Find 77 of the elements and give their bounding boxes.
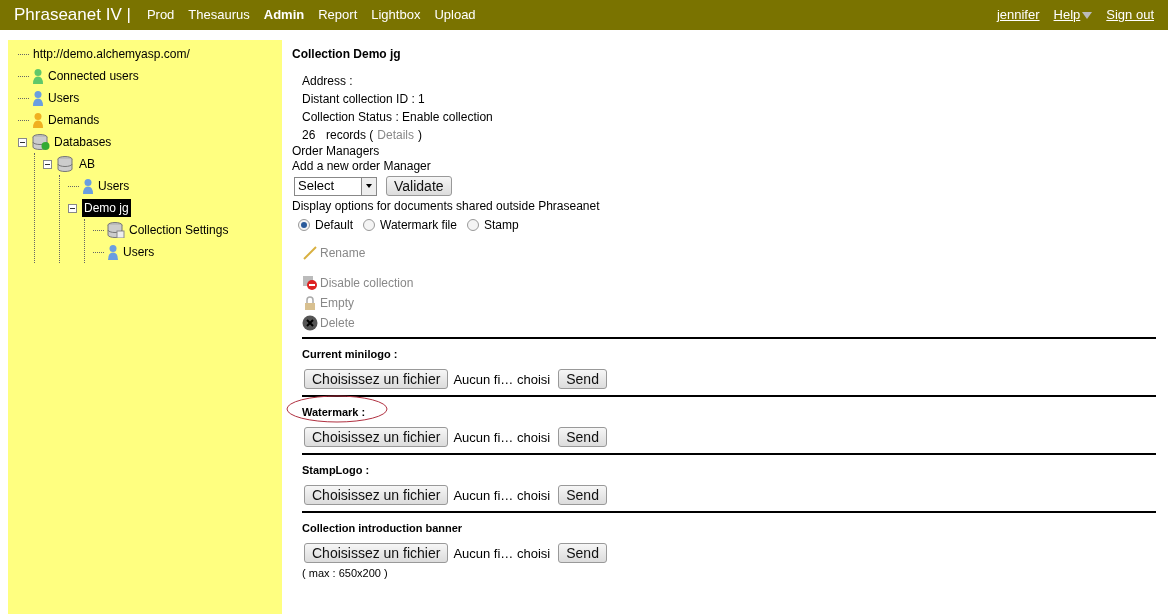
dropdown-icon <box>361 177 376 195</box>
info-line: Distant collection ID : 1 <box>302 91 426 108</box>
user-link[interactable]: jennifer <box>996 5 1040 25</box>
delete-icon <box>302 315 318 331</box>
action-link[interactable]: Disable collection <box>302 273 1156 293</box>
info-line: Address : <box>302 73 354 90</box>
section-title: Current minilogo : <box>302 348 398 360</box>
file-status: Aucun fi… choisi <box>453 428 551 447</box>
nav-link[interactable]: Upload <box>434 5 476 25</box>
file-status: Aucun fi… choisi <box>453 544 551 563</box>
collapse-icon[interactable] <box>18 137 27 147</box>
database-icon <box>32 134 50 150</box>
tree-item[interactable]: Users <box>97 177 131 195</box>
choose-file-button[interactable]: Choisissez un fichier <box>304 369 449 389</box>
radio-label: Watermark file <box>380 217 457 234</box>
record-count: 26 <box>302 127 317 144</box>
nav-link[interactable]: Report <box>318 5 358 25</box>
paren-text: ) <box>418 127 423 144</box>
section-title: StampLogo : <box>302 464 370 476</box>
database-icon <box>57 156 75 172</box>
size-note: ( max : 650x200 ) <box>302 566 389 581</box>
user-icon <box>32 112 44 128</box>
action-link[interactable]: Rename <box>302 243 1156 263</box>
nav-link[interactable]: Admin <box>263 5 305 25</box>
tree-item[interactable]: Users <box>47 89 81 107</box>
radio-button[interactable] <box>466 219 479 231</box>
send-button[interactable]: Send <box>558 427 607 447</box>
collapse-icon[interactable] <box>43 159 52 169</box>
validate-button[interactable]: Validate <box>386 176 452 196</box>
records-label: records ( <box>326 127 374 144</box>
tree-item[interactable]: Connected users <box>47 67 140 85</box>
action-link[interactable]: Delete <box>302 313 1156 333</box>
nav-link[interactable]: Thesaurus <box>188 5 250 25</box>
tree-item[interactable]: Databases <box>53 133 113 151</box>
radio-label: Stamp <box>483 217 519 234</box>
user-icon <box>107 244 119 260</box>
tree-item[interactable]: Users <box>122 243 156 261</box>
tree-item[interactable]: Collection Settings <box>128 221 230 239</box>
radio-button[interactable] <box>298 219 310 231</box>
help-menu[interactable]: Help <box>1053 5 1093 25</box>
choose-file-button[interactable]: Choisissez un fichier <box>304 543 449 563</box>
action-link[interactable]: Empty <box>302 293 1156 313</box>
tree-item[interactable]: AB <box>78 155 96 173</box>
section-title: Collection introduction banner <box>302 522 463 534</box>
user-icon <box>32 68 44 84</box>
database-icon <box>107 222 125 238</box>
tree-item[interactable]: http://demo.alchemyasp.com/ <box>32 45 191 63</box>
nav-link[interactable]: Prod <box>146 5 175 25</box>
user-icon <box>82 178 94 194</box>
user-icon <box>32 90 44 106</box>
choose-file-button[interactable]: Choisissez un fichier <box>304 427 449 447</box>
info-line: Collection Status : Enable collection <box>302 109 494 126</box>
choose-file-button[interactable]: Choisissez un fichier <box>304 485 449 505</box>
manager-select[interactable]: Select <box>294 176 377 196</box>
caret-icon <box>1082 11 1093 19</box>
add-manager-label: Add a new order Manager <box>292 159 432 174</box>
send-button[interactable]: Send <box>558 543 607 563</box>
section-title: Watermark : <box>302 406 366 418</box>
file-status: Aucun fi… choisi <box>453 370 551 389</box>
brand-title: Phraseanet IV | <box>14 4 131 27</box>
tree-item[interactable]: Demands <box>47 111 101 129</box>
lock-icon <box>302 295 318 311</box>
tree-item[interactable]: Demo jg <box>82 199 131 217</box>
radio-button[interactable] <box>363 219 376 231</box>
order-managers-label: Order Managers <box>292 144 381 159</box>
file-status: Aucun fi… choisi <box>453 486 551 505</box>
radio-label: Default <box>315 217 354 234</box>
sign-out-link[interactable]: Sign out <box>1106 5 1154 25</box>
collapse-icon[interactable] <box>68 203 77 213</box>
send-button[interactable]: Send <box>558 485 607 505</box>
collection-title: Collection Demo jg <box>292 46 402 63</box>
send-button[interactable]: Send <box>558 369 607 389</box>
pencil-icon <box>302 245 318 261</box>
nav-link[interactable]: Lightbox <box>371 5 421 25</box>
disable-icon <box>302 275 318 291</box>
display-options-label: Display options for documents shared outside Phraseanet <box>292 198 601 215</box>
details-link[interactable]: Details <box>377 126 415 144</box>
